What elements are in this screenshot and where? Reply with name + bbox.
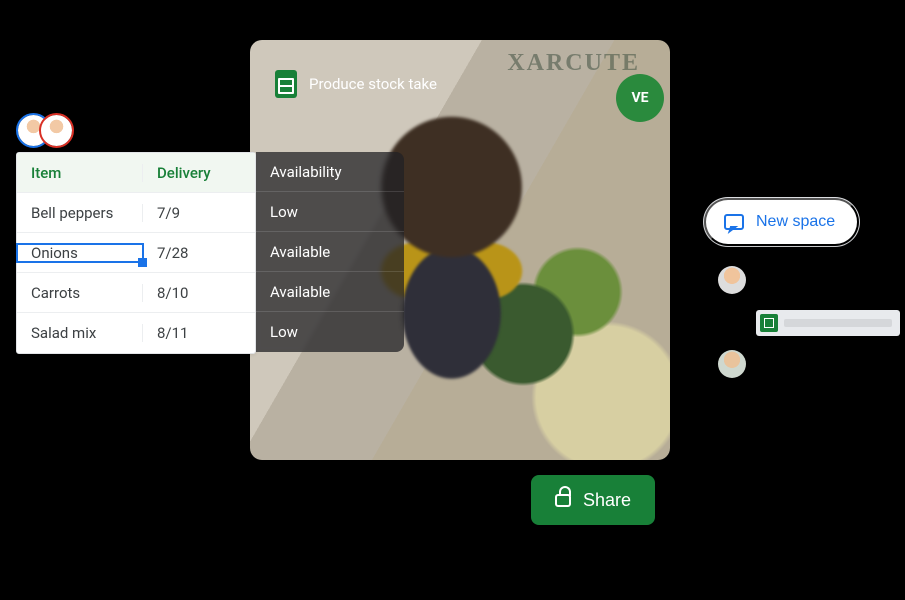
avatar xyxy=(718,350,746,378)
cell-item[interactable]: Carrots xyxy=(17,284,143,302)
chat-thread xyxy=(718,266,903,394)
cell-availability: Available xyxy=(256,272,404,312)
cell-item[interactable]: Onions xyxy=(17,244,143,262)
cell-availability: Low xyxy=(256,312,404,352)
doc-header: Produce stock take xyxy=(275,70,437,98)
cell-availability: Available xyxy=(256,232,404,272)
text-placeholder xyxy=(784,319,892,327)
avatar xyxy=(718,266,746,294)
cell-delivery[interactable]: 8/11 xyxy=(143,324,255,342)
text-placeholder xyxy=(756,350,903,359)
photo-sign-text: XARCUTE xyxy=(507,50,640,77)
cell-delivery[interactable]: 7/9 xyxy=(143,204,255,222)
avatar[interactable] xyxy=(41,115,72,146)
table-row[interactable]: Onions 7/28 xyxy=(17,233,255,273)
cell-item[interactable]: Salad mix xyxy=(17,324,143,342)
chat-bubble-icon xyxy=(724,214,744,230)
share-button[interactable]: Share xyxy=(531,475,655,525)
table-row[interactable]: Salad mix 8/11 xyxy=(17,313,255,353)
spreadsheet[interactable]: Item Delivery Bell peppers 7/9 Onions 7/… xyxy=(16,152,256,354)
cell-item[interactable]: Bell peppers xyxy=(17,204,143,222)
chat-message xyxy=(718,350,903,380)
cell-delivery[interactable]: 7/28 xyxy=(143,244,255,262)
collaborator-avatars xyxy=(18,115,64,146)
text-placeholder xyxy=(756,266,903,275)
new-space-button[interactable]: New space xyxy=(704,198,859,246)
col-header-availability: Availability xyxy=(256,152,404,192)
text-placeholder xyxy=(756,281,844,290)
cell-availability: Low xyxy=(256,192,404,232)
share-button-label: Share xyxy=(583,490,631,511)
chat-attachment[interactable] xyxy=(756,310,900,336)
col-header-delivery[interactable]: Delivery xyxy=(143,164,255,182)
lock-icon xyxy=(555,494,571,507)
new-space-label: New space xyxy=(756,213,835,231)
col-header-item[interactable]: Item xyxy=(17,164,143,182)
chat-message xyxy=(718,266,903,296)
sheets-icon xyxy=(760,314,778,332)
table-row[interactable]: Bell peppers 7/9 xyxy=(17,193,255,233)
table-row[interactable]: Carrots 8/10 xyxy=(17,273,255,313)
sheets-icon xyxy=(275,70,297,98)
cell-delivery[interactable]: 8/10 xyxy=(143,284,255,302)
table-header-row: Item Delivery xyxy=(17,153,255,193)
text-placeholder xyxy=(756,365,844,374)
doc-title: Produce stock take xyxy=(309,75,437,93)
photo-badge: VE xyxy=(616,74,664,122)
availability-column: Availability Low Available Available Low xyxy=(256,152,404,352)
